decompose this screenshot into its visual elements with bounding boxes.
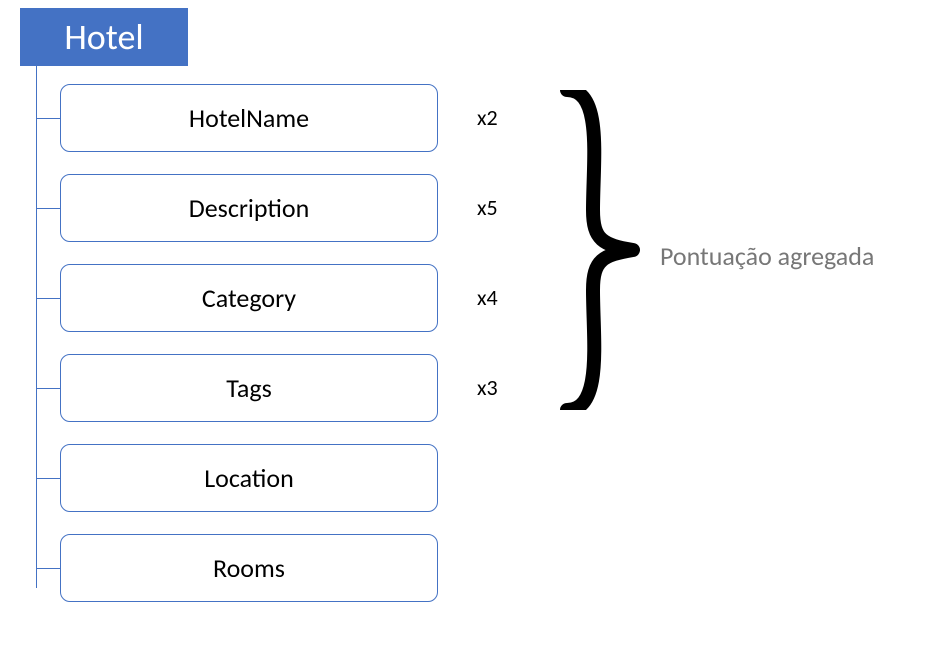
field-label: Rooms <box>213 552 285 584</box>
field-label: Description <box>189 192 310 224</box>
root-label: Hotel <box>64 15 143 59</box>
field-label: Category <box>202 282 296 314</box>
tree-connector <box>36 298 60 299</box>
field-multiplier-category: x4 <box>477 284 498 311</box>
field-box-description: Description <box>60 174 438 242</box>
tree-child-row: Category <box>36 264 438 332</box>
field-box-hotelname: HotelName <box>60 84 438 152</box>
field-label: Location <box>204 462 294 494</box>
field-label: Tags <box>226 372 272 404</box>
tree-connector <box>36 568 60 569</box>
field-box-rooms: Rooms <box>60 534 438 602</box>
tree-child-row: Rooms <box>36 534 438 602</box>
root-node: Hotel <box>20 8 188 66</box>
tree-connector <box>36 208 60 209</box>
field-box-category: Category <box>60 264 438 332</box>
field-multiplier-tags: x3 <box>477 374 498 401</box>
tree-connector <box>36 388 60 389</box>
tree-child-row: Location <box>36 444 438 512</box>
tree-connector <box>36 478 60 479</box>
aggregate-score-label: Pontuação agregada <box>660 240 874 272</box>
field-box-tags: Tags <box>60 354 438 422</box>
tree-connector <box>36 118 60 119</box>
tree-child-row: Tags <box>36 354 438 422</box>
field-box-location: Location <box>60 444 438 512</box>
field-label: HotelName <box>189 102 309 134</box>
tree-child-row: HotelName <box>36 84 438 152</box>
tree-child-row: Description <box>36 174 438 242</box>
field-multiplier-description: x5 <box>477 194 498 221</box>
field-multiplier-hotelname: x2 <box>477 104 498 131</box>
curly-brace-icon <box>555 90 645 410</box>
